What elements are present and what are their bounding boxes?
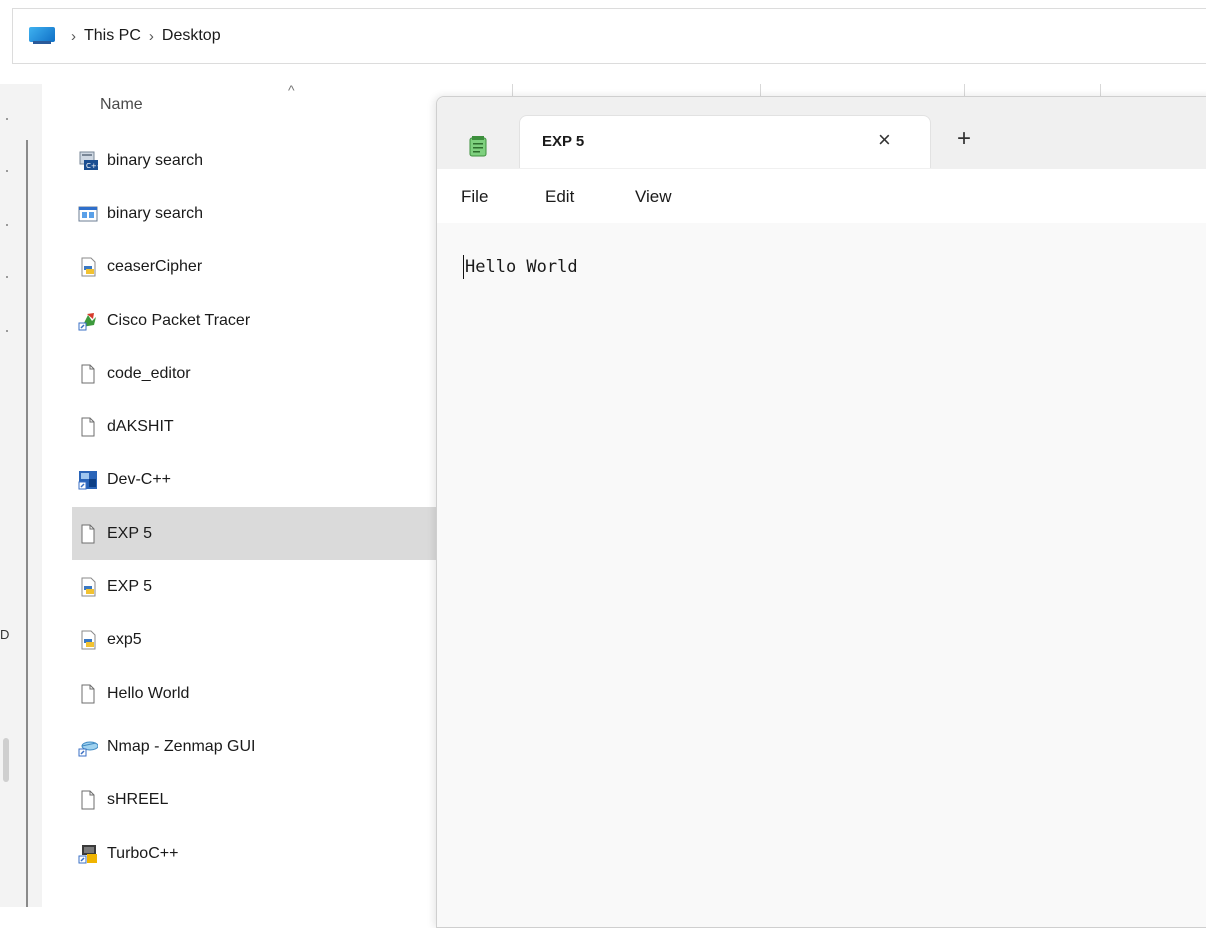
- file-name: Cisco Packet Tracer: [107, 311, 251, 329]
- file-row-dakshit[interactable]: dAKSHIT: [72, 400, 442, 453]
- file-name: Nmap - Zenmap GUI: [107, 737, 256, 755]
- notepad-app-icon: [469, 135, 487, 157]
- file-name: EXP 5: [107, 524, 153, 542]
- file-row-hello-world[interactable]: Hello World: [72, 667, 442, 720]
- cisco-shortcut-icon: [78, 311, 98, 331]
- python-file-icon: [78, 577, 98, 597]
- file-name: ceaserCipher: [107, 258, 203, 276]
- navigation-pane-divider[interactable]: [26, 140, 28, 907]
- file-name: sHREEL: [107, 791, 169, 809]
- file-row-code-editor[interactable]: code_editor: [72, 347, 442, 400]
- nav-dot: [6, 224, 8, 226]
- c-source-file-icon: C++: [78, 151, 98, 171]
- file-name: Hello World: [107, 684, 190, 702]
- file-name: code_editor: [107, 364, 191, 382]
- notepad-menubar: File Edit View: [437, 169, 1206, 224]
- blank-file-icon: [78, 417, 98, 437]
- blank-file-icon: [78, 684, 98, 704]
- turboc-shortcut-icon: [78, 844, 98, 864]
- this-pc-icon[interactable]: [29, 27, 55, 45]
- new-tab-icon[interactable]: +: [957, 125, 971, 153]
- file-name: exp5: [107, 631, 142, 649]
- menu-file[interactable]: File: [461, 187, 488, 207]
- editor-content: Hello World: [465, 257, 578, 277]
- breadcrumb-desktop[interactable]: Desktop: [162, 27, 221, 45]
- sort-ascending-icon: ^: [288, 82, 295, 98]
- nav-item-fragment[interactable]: D: [0, 627, 9, 642]
- file-name: Dev-C++: [107, 471, 172, 489]
- file-row-binary-search-c[interactable]: C++ binary search: [72, 134, 442, 187]
- svg-text:C++: C++: [86, 162, 98, 170]
- notepad-window: EXP 5 × + File Edit View Hello World: [436, 96, 1206, 928]
- file-name: binary search: [107, 151, 204, 169]
- file-name: TurboC++: [107, 844, 179, 862]
- file-row-ceasercipher[interactable]: ceaserCipher: [72, 241, 442, 294]
- file-row-exp5-txt[interactable]: EXP 5: [72, 507, 442, 561]
- file-row-dev-cpp[interactable]: Dev-C++: [72, 454, 442, 507]
- file-list: C++ binary search binary search ceaserCi…: [72, 134, 442, 880]
- file-row-shreel[interactable]: sHREEL: [72, 774, 442, 827]
- nav-dot: [6, 276, 8, 278]
- file-row-binary-search-exe[interactable]: binary search: [72, 187, 442, 240]
- nav-dot: [6, 118, 8, 120]
- navigation-scrollbar-thumb[interactable]: [3, 738, 9, 782]
- file-row-cisco-packet-tracer[interactable]: Cisco Packet Tracer: [72, 294, 442, 347]
- python-file-icon: [78, 257, 98, 277]
- tab-exp5[interactable]: EXP 5 ×: [519, 115, 931, 168]
- file-row-exp5-lower[interactable]: exp5: [72, 614, 442, 667]
- breadcrumb-separator-icon: ›: [148, 27, 154, 45]
- tab-title: EXP 5: [542, 133, 585, 150]
- python-file-icon: [78, 630, 98, 650]
- breadcrumb-separator-icon: ›: [71, 27, 76, 45]
- menu-view[interactable]: View: [635, 187, 672, 207]
- text-caret: [463, 255, 464, 279]
- column-header-name[interactable]: Name: [100, 96, 143, 114]
- file-row-turboc[interactable]: TurboC++: [72, 827, 442, 880]
- breadcrumb-this-pc[interactable]: This PC: [84, 27, 141, 45]
- executable-window-icon: [78, 204, 98, 224]
- nav-dot: [6, 330, 8, 332]
- file-row-exp5-py[interactable]: EXP 5: [72, 560, 442, 613]
- blank-file-icon: [78, 790, 98, 810]
- menu-edit[interactable]: Edit: [545, 187, 574, 207]
- close-tab-icon[interactable]: ×: [878, 127, 891, 153]
- nav-dot: [6, 170, 8, 172]
- notepad-titlebar[interactable]: EXP 5 × +: [437, 97, 1206, 169]
- file-name: EXP 5: [107, 578, 153, 596]
- nmap-shortcut-icon: [78, 737, 98, 757]
- navigation-pane: [0, 84, 42, 907]
- blank-file-icon: [78, 524, 98, 544]
- file-name: dAKSHIT: [107, 418, 174, 436]
- blank-file-icon: [78, 364, 98, 384]
- address-bar[interactable]: › This PC › Desktop: [12, 8, 1206, 64]
- file-name: binary search: [107, 204, 204, 222]
- devcpp-shortcut-icon: [78, 470, 98, 490]
- file-row-nmap[interactable]: Nmap - Zenmap GUI: [72, 720, 442, 773]
- text-editor[interactable]: Hello World: [437, 223, 1206, 927]
